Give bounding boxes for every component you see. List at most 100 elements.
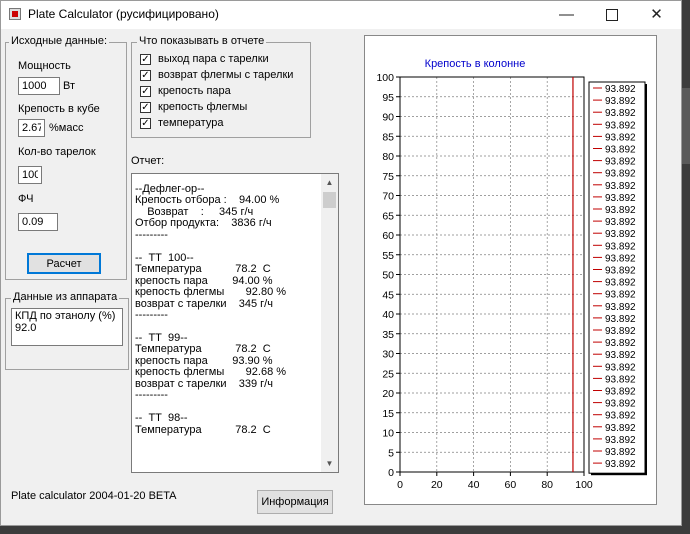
legend-entry: 93.892 [605,326,636,337]
strength-unit: %масс [49,122,84,134]
strength-label: Крепость в кубе [18,103,100,115]
info-button[interactable]: Информация [257,490,333,514]
legend-entry: 93.892 [605,314,636,325]
y-tick-label: 15 [382,408,394,420]
checkmark-icon: ✓ [140,70,151,81]
version-label: Plate calculator 2004-01-20 BETA [11,490,177,502]
fc-label: ФЧ [18,193,34,205]
device-data-memo[interactable]: КПД по этанолу (%) 92.0 [11,308,123,346]
checkbox-label: возврат флегмы с тарелки [158,69,294,81]
legend-entry: 93.892 [605,338,636,349]
scroll-down-icon[interactable]: ▼ [321,455,338,472]
y-tick-label: 100 [376,72,394,84]
device-data-legend: Данные из аппарата [11,291,120,303]
y-tick-label: 50 [382,270,394,282]
background-scrollbar [682,88,690,164]
maximize-icon [605,9,618,22]
x-tick-label: 20 [431,479,443,491]
legend-entry: 93.892 [605,387,636,398]
y-tick-label: 45 [382,289,394,301]
legend-entry: 93.892 [605,120,636,131]
checkbox-label: выход пара с тарелки [158,53,269,65]
scroll-up-icon[interactable]: ▲ [321,174,338,191]
checkmark-icon: ✓ [140,54,151,65]
power-unit: Вт [63,80,76,92]
legend-entry: 93.892 [605,145,636,156]
legend-entry: 93.892 [605,374,636,385]
report-label: Отчет: [131,155,165,167]
scroll-thumb[interactable] [323,192,336,208]
maximize-button[interactable] [589,1,634,29]
y-tick-label: 75 [382,171,394,183]
legend-entry: 93.892 [605,447,636,458]
legend-entry: 93.892 [605,96,636,107]
input-group-legend: Исходные данные: [9,35,109,47]
legend-entry: 93.892 [605,169,636,180]
report-textarea[interactable]: --Дефлег-ор-- Крепость отбора : 94.00 % … [131,173,339,473]
efficiency-label: КПД по этанолу (%) [15,310,116,322]
y-tick-label: 5 [388,447,394,459]
title-bar[interactable]: Plate Calculator (русифицировано) — ✕ [1,1,681,29]
x-tick-label: 100 [575,479,593,491]
strength-input[interactable] [18,119,45,137]
x-tick-label: 60 [505,479,517,491]
y-tick-label: 80 [382,151,394,163]
legend-entry: 93.892 [605,157,636,168]
minimize-button[interactable]: — [544,1,589,29]
efficiency-value: 92.0 [15,322,37,334]
y-tick-label: 0 [388,467,394,479]
checkbox-label: температура [158,117,224,129]
fc-input[interactable] [18,213,58,231]
report-scrollbar[interactable]: ▲ ▼ [321,174,338,472]
y-tick-label: 65 [382,210,394,222]
report-text: --Дефлег-ор-- Крепость отбора : 94.00 % … [135,183,287,436]
y-tick-label: 25 [382,368,394,380]
legend-entry: 93.892 [605,362,636,373]
plates-label: Кол-во тарелок [18,146,96,158]
legend-entry: 93.892 [605,205,636,216]
y-tick-label: 60 [382,230,394,242]
legend-entry: 93.892 [605,290,636,301]
x-tick-label: 80 [541,479,553,491]
legend-entry: 93.892 [605,459,636,470]
legend-entry: 93.892 [605,84,636,95]
legend-entry: 93.892 [605,108,636,119]
chart-title: Крепость в колонне [425,58,526,70]
legend-entry: 93.892 [605,132,636,143]
checkbox-label: крепость пара [158,85,231,97]
legend-entry: 93.892 [605,350,636,361]
legend-entry: 93.892 [605,411,636,422]
x-tick-label: 0 [397,479,403,491]
y-tick-label: 55 [382,250,394,262]
show-options-group: ✓ выход пара с тарелки ✓ возврат флегмы … [131,42,311,138]
x-tick-label: 40 [468,479,480,491]
close-button[interactable]: ✕ [634,1,679,29]
chart-svg: Крепость в колонне 0 5 10 15 20 25 30 35 40 45 50 55… [376,58,647,491]
app-icon[interactable] [9,8,21,20]
legend-entry: 93.892 [605,253,636,264]
power-label: Мощность [18,60,71,72]
legend-entry: 93.892 [605,193,636,204]
y-tick-label: 40 [382,309,394,321]
checkmark-icon: ✓ [140,86,151,97]
y-tick-label: 90 [382,112,394,124]
checkmark-icon: ✓ [140,118,151,129]
legend-entry: 93.892 [605,266,636,277]
power-input[interactable] [18,77,60,95]
y-tick-label: 70 [382,191,394,203]
checkbox-label: крепость флегмы [158,101,248,113]
legend-entry: 93.892 [605,435,636,446]
calculate-button[interactable]: Расчет [27,253,101,274]
y-tick-label: 35 [382,329,394,341]
legend-entry: 93.892 [605,278,636,289]
y-tick-label: 20 [382,388,394,400]
strength-chart: Крепость в колонне 0 5 10 15 20 25 30 35 40 45 50 55… [364,35,657,505]
window-title: Plate Calculator (русифицировано) [28,7,219,21]
y-tick-label: 95 [382,92,394,104]
show-options-legend: Что показывать в отчете [137,35,267,47]
legend-entry: 93.892 [605,217,636,228]
plates-input[interactable] [18,166,42,184]
y-tick-label: 10 [382,428,394,440]
legend-entry: 93.892 [605,423,636,434]
legend-entry: 93.892 [605,241,636,252]
